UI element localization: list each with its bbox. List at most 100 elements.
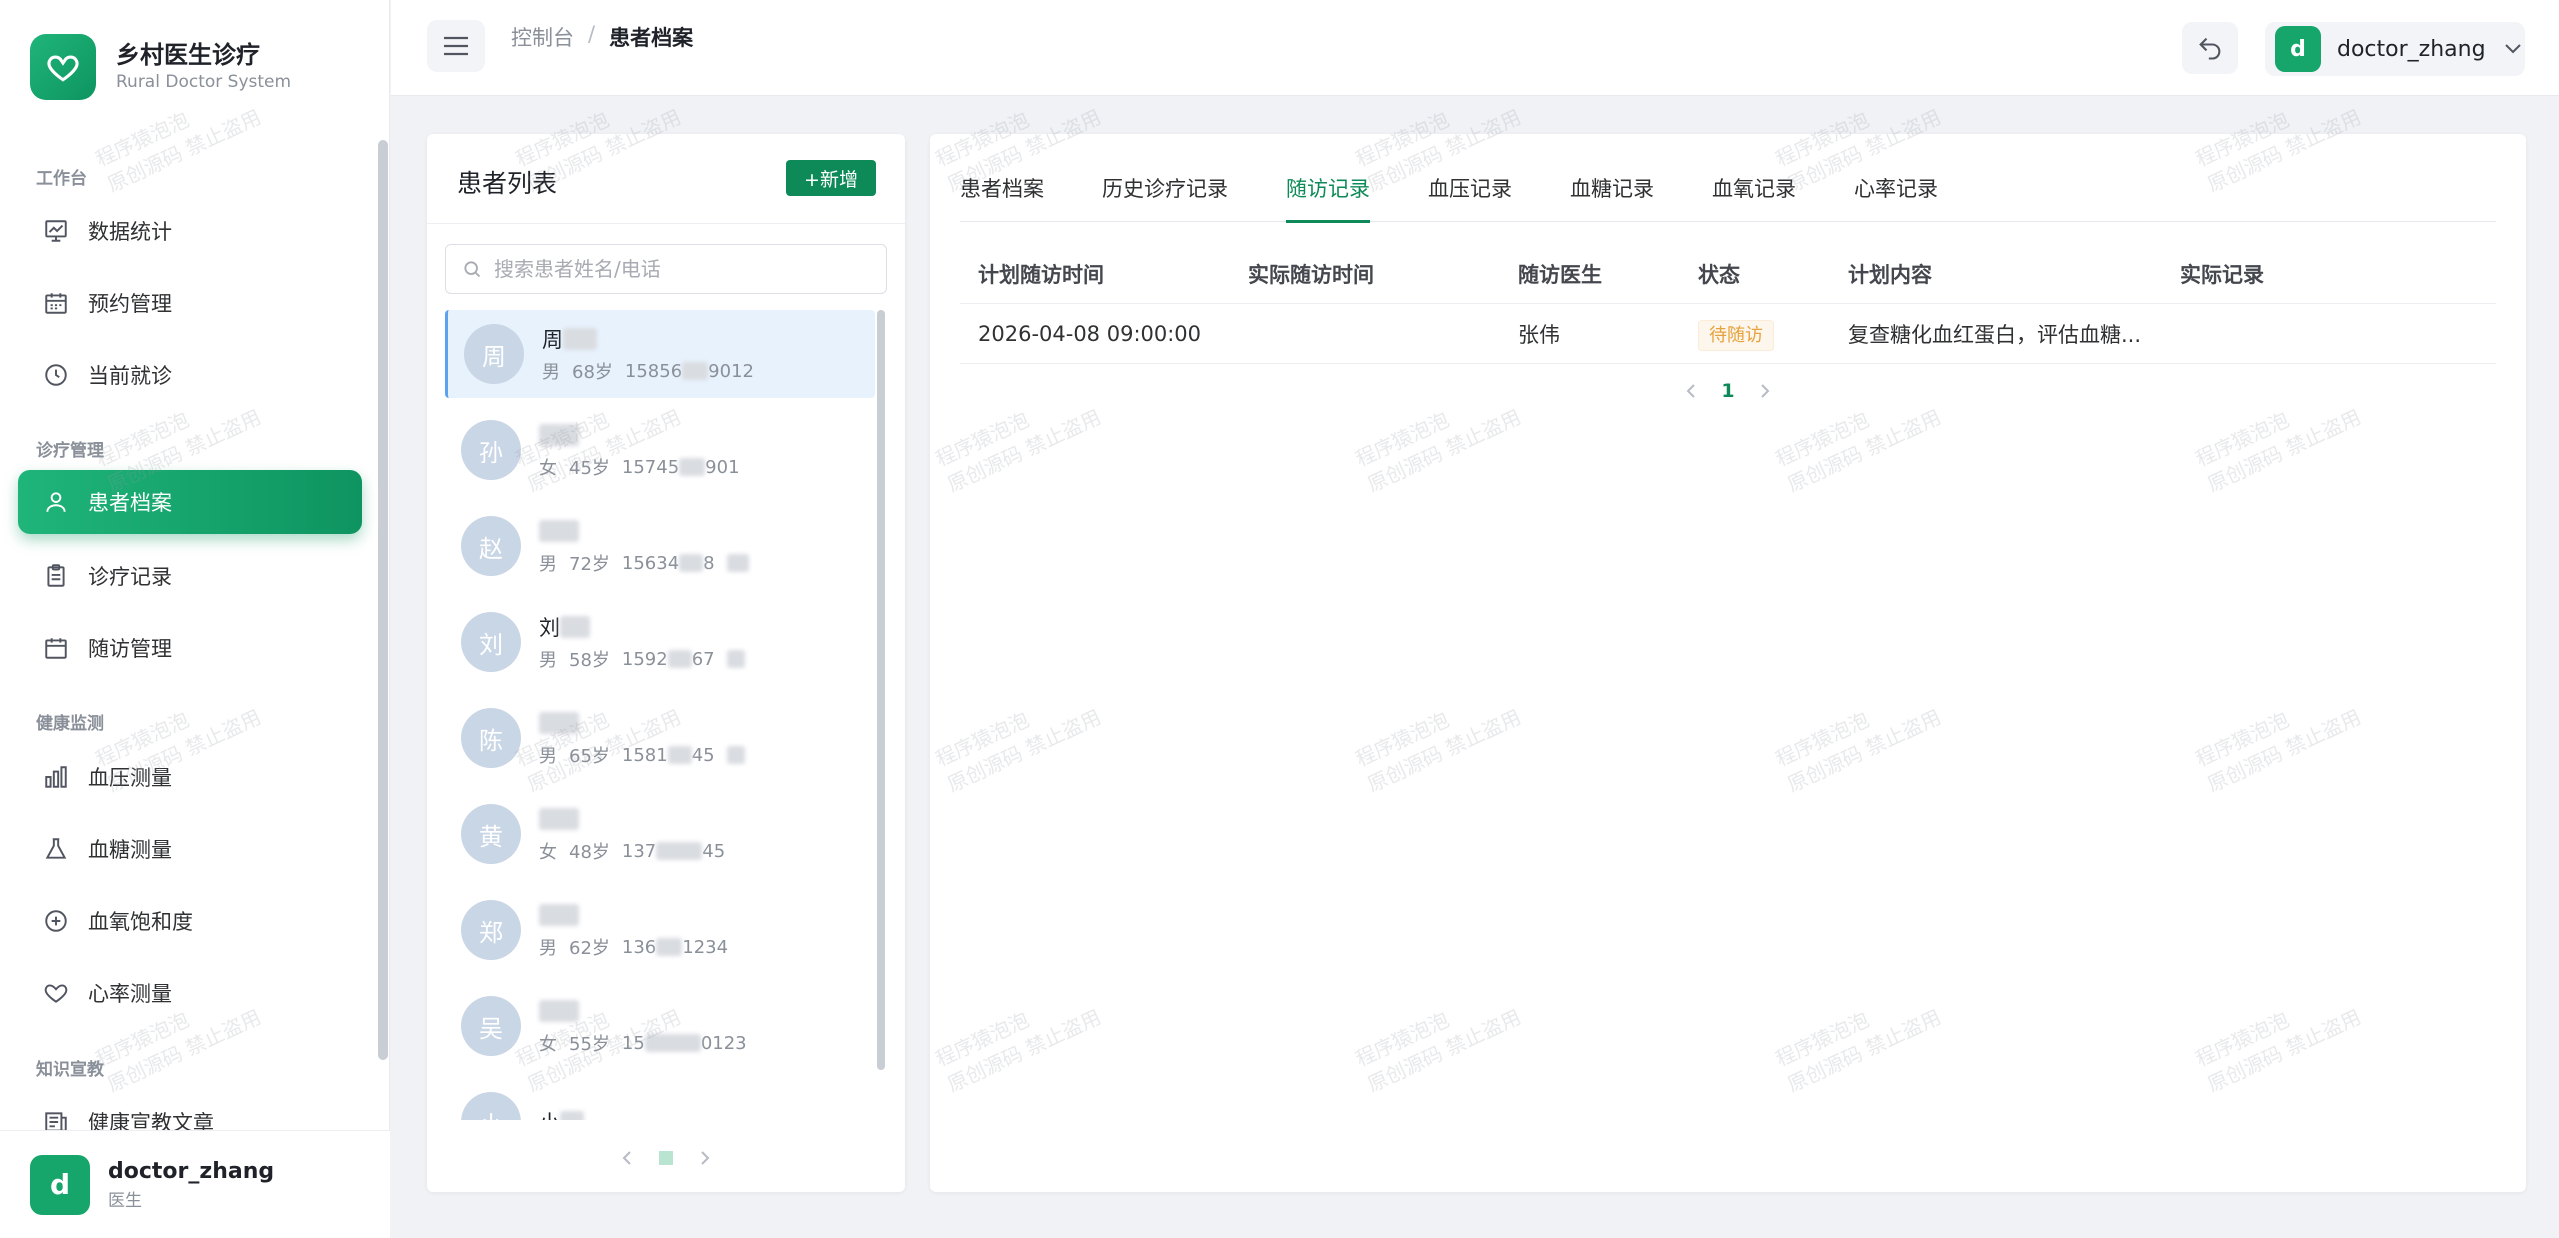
plus-circle-icon [42,907,70,935]
list-item[interactable]: 小 小 [445,1078,875,1120]
search-box[interactable] [445,244,887,294]
list-item[interactable]: 郑 男 62岁 136 1234 [445,886,875,974]
tab-history[interactable]: 历史诊疗记录 [1102,170,1228,222]
sidebar-item-heart-rate[interactable]: 心率测量 [18,961,362,1025]
patient-name: 周 [542,328,563,352]
patient-phone: 1592 [621,648,668,670]
tab-blood-pressure[interactable]: 血压记录 [1428,170,1512,222]
column-header: 实际记录 [2180,262,2264,287]
page-indicator[interactable] [659,1151,673,1165]
patient-phone: 137 [621,840,657,862]
patient-gender: 女 [539,1034,557,1055]
patient-list-pagination [427,1138,905,1178]
sidebar-item-current-visit[interactable]: 当前就诊 [18,343,362,407]
tab-blood-sugar[interactable]: 血糖记录 [1570,170,1654,222]
list-item[interactable]: 陈 男 65岁 1581 45 [445,694,875,782]
heart-icon [42,979,70,1007]
patient-age: 48岁 [569,842,610,863]
sidebar-item-label: 血糖测量 [88,838,172,862]
menu-toggle-button[interactable] [427,20,485,72]
list-item[interactable]: 黄 女 48岁 137 45 [445,790,875,878]
list-item[interactable]: 刘 刘 男 58岁 1592 67 [445,598,875,686]
heart-logo-icon [30,34,96,100]
user-menu-dropdown[interactable]: d doctor_zhang [2265,22,2525,76]
list-item[interactable]: 吴 女 55岁 15 0123 [445,982,875,1070]
app-subtitle: Rural Doctor System [116,72,292,92]
tab-profile[interactable]: 患者档案 [960,170,1044,222]
patient-gender: 男 [542,362,560,383]
sidebar-item-oxygen[interactable]: 血氧饱和度 [18,889,362,953]
search-icon [464,261,481,278]
sidebar-item-label: 随访管理 [88,637,172,661]
patient-age: 55岁 [569,1034,610,1055]
patient-gender: 男 [539,554,557,575]
sidebar-scrollbar[interactable] [378,140,388,1060]
avatar: d [2275,26,2321,72]
patient-phone-tail: 901 [705,456,740,478]
patient-age: 62岁 [569,938,610,959]
panel-title: 患者列表 [457,169,558,198]
avatar: 孙 [461,420,521,480]
patient-gender: 男 [539,746,557,767]
sidebar-item-label: 预约管理 [88,292,172,316]
cell-planned-time: 2026-04-08 09:00:00 [978,321,1202,346]
chevron-right-icon[interactable] [699,1150,711,1166]
sidebar-item-articles[interactable]: 健康宣教文章 [18,1090,362,1130]
patient-list-scrollbar[interactable] [877,310,885,1070]
sidebar-item-label: 数据统计 [88,220,172,244]
sidebar-item-label: 血压测量 [88,766,172,790]
page-number[interactable]: 1 [1721,380,1734,402]
sidebar-item-label: 当前就诊 [88,364,172,388]
sidebar-item-label: 心率测量 [88,982,172,1006]
menu-group-title: 诊疗管理 [36,441,104,461]
breadcrumb-item-current: 患者档案 [609,26,694,50]
list-item[interactable]: 赵 男 72岁 15634 8 [445,502,875,590]
sidebar-menu[interactable]: 工作台 数据统计 预约管理 当前就诊 诊疗管理 患者档案 诊疗记录 随访管理 健… [0,140,390,1130]
sidebar: 乡村医生诊疗 Rural Doctor System 工作台 数据统计 预约管理… [0,0,390,1238]
sidebar-item-appointments[interactable]: 预约管理 [18,271,362,335]
patient-phone-tail: 45 [702,840,726,862]
sidebar-item-patients[interactable]: 患者档案 [18,470,362,534]
app-root: 乡村医生诊疗 Rural Doctor System 工作台 数据统计 预约管理… [0,0,2559,1238]
patient-phone-tail: 0123 [700,1032,747,1054]
list-item[interactable]: 孙 女 45岁 15745 901 [445,406,875,494]
tab-followup[interactable]: 随访记录 [1286,170,1370,223]
chevron-left-icon[interactable] [621,1150,633,1166]
avatar: 赵 [461,516,521,576]
patient-phone: 15745 [621,456,680,478]
patient-gender: 男 [539,938,557,959]
sidebar-item-blood-pressure[interactable]: 血压测量 [18,745,362,809]
menu-group-title: 知识宣教 [36,1060,104,1080]
patient-phone: 136 [621,936,657,958]
user-name: doctor_zhang [2337,36,2486,62]
sidebar-item-label: 诊疗记录 [88,565,172,589]
sidebar-item-label: 健康宣教文章 [88,1111,214,1130]
add-patient-button[interactable]: +新增 [786,160,876,196]
sidebar-item-followup[interactable]: 随访管理 [18,616,362,680]
newspaper-icon [42,1108,70,1130]
breadcrumb-item-dashboard[interactable]: 控制台 [511,22,574,52]
chevron-down-icon [2504,44,2521,54]
chevron-right-icon[interactable] [1759,383,1771,399]
patient-phone-tail: 67 [691,648,715,670]
sidebar-item-stats[interactable]: 数据统计 [18,199,362,263]
patient-list-panel: 患者列表 +新增 周 周 男 68岁 15856 9012 孙 女 45岁 15745 90… [427,134,905,1192]
avatar: d [30,1154,90,1215]
list-item[interactable]: 周 周 男 68岁 15856 9012 [445,310,875,398]
column-header: 计划内容 [1848,262,1932,287]
avatar: 周 [464,324,524,384]
patient-list: 周 周 男 68岁 15856 9012 孙 女 45岁 15745 901 赵 男 72岁 1… [445,310,885,1120]
search-input[interactable] [494,257,874,281]
patient-age: 72岁 [569,554,610,575]
patient-age: 68岁 [572,362,613,383]
sidebar-item-records[interactable]: 诊疗记录 [18,544,362,608]
chevron-left-icon[interactable] [1685,383,1697,399]
avatar: 黄 [461,804,521,864]
sidebar-user[interactable]: d doctor_zhang 医生 [0,1130,390,1238]
table-row[interactable]: 2026-04-08 09:00:00 张伟 待随访 复查糖化血红蛋白，评估血糖… [960,304,2496,364]
back-button[interactable] [2182,22,2238,74]
tab-heart-rate[interactable]: 心率记录 [1854,170,1938,222]
sidebar-item-blood-sugar[interactable]: 血糖测量 [18,817,362,881]
tab-oxygen[interactable]: 血氧记录 [1712,170,1796,222]
user-role: 医生 [108,1190,142,1211]
